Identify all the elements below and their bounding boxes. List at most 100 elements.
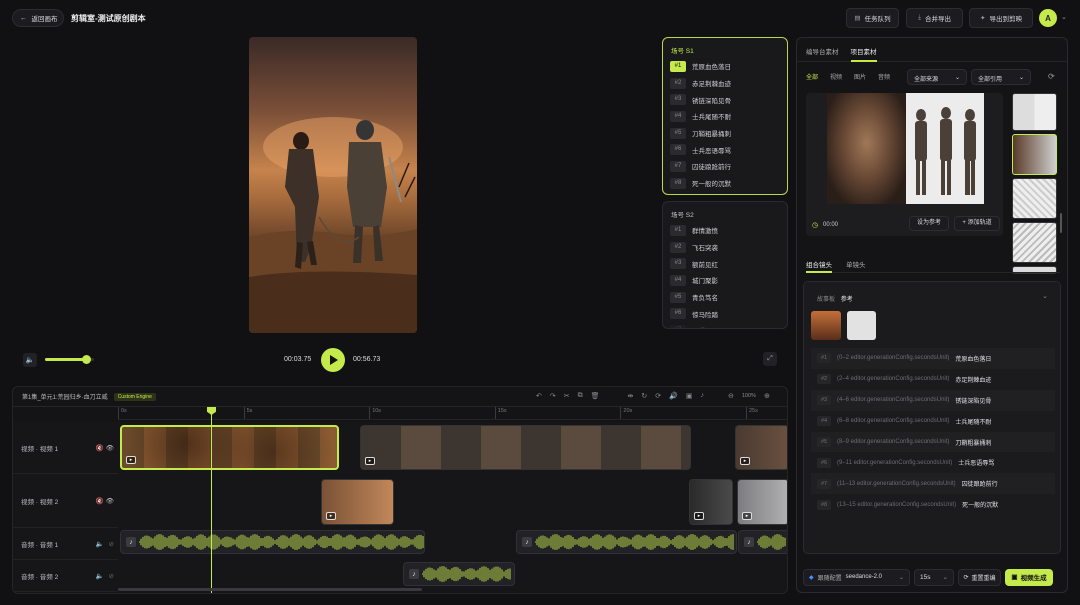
refresh-icon[interactable]: ⟳ [1048,72,1055,81]
filter-video[interactable]: 视频 [830,72,842,81]
shot-item[interactable]: #5 (8–9 editor.generationConfig.secondsUn… [811,431,1055,453]
play-button[interactable] [321,348,345,372]
shot-item[interactable]: #1 (0–2 editor.generationConfig.secondsUn… [811,348,1055,369]
scene-item[interactable]: #4 城门聚影 [663,272,787,289]
duration-select[interactable]: 15s ⌄ [914,568,954,586]
loop-icon[interactable]: ⟳ [655,392,661,401]
trash-icon[interactable]: 🗑 [591,392,600,401]
eye-icon[interactable]: 👁 [106,444,114,452]
scene-item[interactable]: #4 士兵尾随不耐 [663,108,787,125]
avatar[interactable]: A [1039,9,1057,27]
scene-item[interactable]: #5 青负笃名 [663,289,787,306]
zoom-out-icon[interactable]: ⊖ [728,392,734,401]
scene-item[interactable]: #5 刀鞘粗暴捅刺 [663,125,787,142]
scene-item[interactable]: #8 死一般的沉默 [663,175,787,192]
audio-clip[interactable]: ♪ [403,562,515,586]
volume-slider-handle[interactable] [81,355,91,364]
tab-combined-shots[interactable]: 组合镜头 [806,259,832,273]
tab-single-shot[interactable]: 单镜头 [846,259,866,272]
rotate-icon[interactable]: ↻ [641,392,647,401]
scissors-icon[interactable]: ✂ [564,392,570,401]
track-area[interactable]: ▸ ▸ ▸ ▸ ▸ ▸ ♪ ♪ ♪ ♪ [118,422,787,592]
reference-thumbnail[interactable] [847,311,876,340]
timeline-ruler[interactable]: 0s 5s 10s 15s 20s 25s [118,407,787,420]
scene-item[interactable]: #7 可望可及 [663,322,787,328]
merge-export-button[interactable]: ⤓ 合并导出 [906,8,963,28]
video-clip[interactable]: ▸ [737,479,787,525]
shot-item[interactable]: #6 (9–11 editor.generationConfig.secondsU… [811,452,1055,473]
chevron-down-icon[interactable]: ⌄ [1061,13,1067,21]
copy-icon[interactable]: ⧉ [578,392,583,401]
video-clip[interactable]: ▸ [735,425,787,470]
playhead[interactable] [207,407,216,593]
asset-thumbnail[interactable] [1012,93,1057,131]
undo-icon[interactable]: ↶ [536,392,542,401]
eye-off-icon[interactable]: ⊘ [109,540,114,548]
scene-item[interactable]: #3 额前见红 [663,255,787,272]
eye-icon[interactable]: 👁 [106,497,114,505]
reedit-button[interactable]: ⟳ 重置重编 [958,568,1001,586]
tab-director-assets[interactable]: 编导台素材 [806,46,839,61]
shot-item[interactable]: #2 (2–4 editor.generationConfig.secondsUn… [811,369,1055,390]
asset-thumbnail[interactable] [1012,222,1057,263]
video-clip[interactable]: ▸ [321,479,394,525]
scene-item[interactable]: #2 飞石突袭 [663,239,787,256]
speaker-icon[interactable]: 🔈 [96,572,104,580]
reference-select[interactable]: 全部引用 ⌄ [971,69,1031,85]
scene-item[interactable]: #6 士兵恶语辱骂 [663,141,787,158]
zoom-in-icon[interactable]: ⊕ [764,392,770,401]
mute-icon[interactable]: 🔇 [96,497,104,505]
shot-item[interactable]: #4 (6–8 editor.generationConfig.secondsUn… [811,411,1055,432]
video-preview[interactable] [249,37,417,333]
music-note-icon: ♪ [744,537,754,547]
asset-preview-card[interactable]: ◷ 00:00 设为参考 + 添加轨道 [806,93,1003,236]
track-name-audio1: 音频 · 音频 1 [21,541,59,549]
volume-slider[interactable] [45,355,94,364]
asset-thumbnail[interactable] [1012,134,1057,175]
task-queue-button[interactable]: ▤ 任务队列 [846,8,899,28]
filter-all[interactable]: 全部 [806,72,818,81]
eye-off-icon[interactable]: ⊘ [109,572,114,580]
scene-item[interactable]: #1 群情激愤 [663,222,787,239]
set-reference-button[interactable]: 设为参考 [909,216,949,231]
back-to-canvas-button[interactable]: ← 返回画布 [12,9,64,27]
speaker-icon[interactable]: 🔈 [96,540,104,548]
audio-clip[interactable]: ♪ [120,530,425,554]
scene-item[interactable]: #3 锈链深陷见骨 [663,91,787,108]
export-to-editor-button[interactable]: ✦ 导出到剪映 [969,8,1033,28]
shot-item[interactable]: #7 (11–13 editor.generationConfig.seconds… [811,473,1055,495]
model-select[interactable]: ◆ 跟随配置 seedance-2.0 ⌄ [803,568,910,586]
filter-image[interactable]: 图片 [854,72,866,81]
audio-clip[interactable]: ♪ [738,530,787,554]
music-icon[interactable]: ♪ [700,392,704,401]
scene-item[interactable]: #1 荒原血色落日 [663,58,787,75]
scene-item[interactable]: #6 惊马险踏 [663,305,787,322]
video-clip[interactable]: ▸ [360,425,691,470]
horizontal-scrollbar[interactable] [118,588,422,591]
reference-thumbnail[interactable] [811,311,841,340]
generate-video-button[interactable]: ▣ 视频生成 [1005,568,1053,586]
tab-project-assets[interactable]: 项目素材 [850,46,877,62]
chevron-down-icon[interactable]: ⌄ [1042,292,1048,300]
ruler-tick-label: 25s [749,408,758,414]
asset-scrollbar[interactable] [1060,213,1062,233]
shot-item[interactable]: #3 (4–6 editor.generationConfig.secondsUn… [811,389,1055,411]
split-icon[interactable]: ⇹ [628,392,634,401]
shot-item[interactable]: #8 (13–15 editor.generationConfig.seconds… [811,494,1055,515]
crop-icon[interactable]: ▣ [686,392,693,401]
shot-number: #2 [817,374,831,385]
fullscreen-icon[interactable]: ⤢ [763,352,777,366]
video-clip-selected[interactable]: ▸ [120,425,339,470]
filter-audio[interactable]: 音频 [878,72,890,81]
audio-clip[interactable]: ♪ [516,530,737,554]
volume-icon[interactable]: 🔈 [23,353,37,367]
source-select[interactable]: 全部来源 ⌄ [907,69,967,85]
video-clip[interactable]: ▸ [689,479,733,525]
add-track-button[interactable]: + 添加轨道 [954,216,1000,231]
redo-icon[interactable]: ↷ [550,392,556,401]
scene-item[interactable]: #2 赤足荆棘血迹 [663,75,787,92]
scene-item[interactable]: #7 囚徒踉跄前行 [663,158,787,175]
mute-icon[interactable]: 🔇 [96,444,104,452]
asset-thumbnail[interactable] [1012,178,1057,219]
audio-icon[interactable]: 🔊 [669,392,678,401]
